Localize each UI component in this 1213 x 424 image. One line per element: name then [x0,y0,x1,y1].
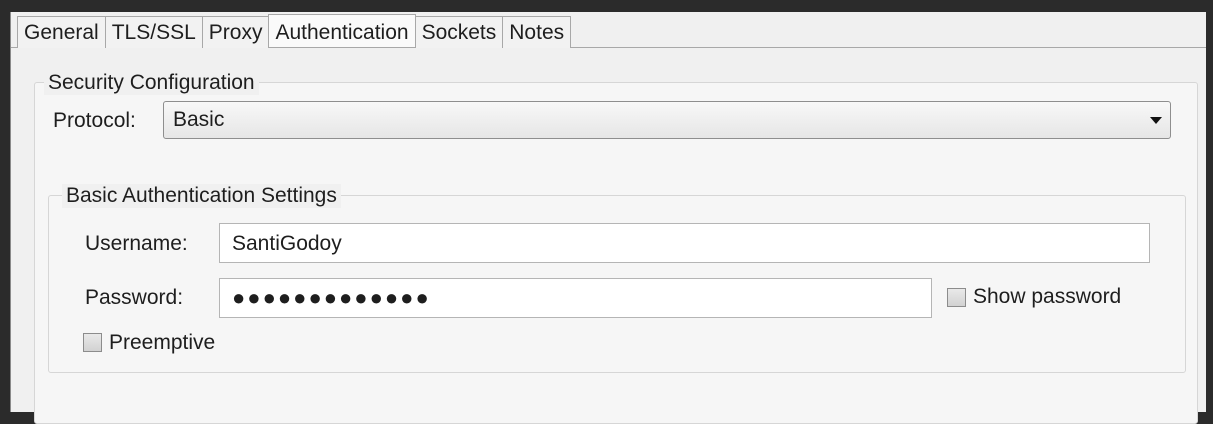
username-label: Username: [85,232,188,255]
show-password-checkbox[interactable] [947,288,966,307]
preemptive-checkbox[interactable] [83,333,102,352]
tab-tls-ssl[interactable]: TLS/SSL [104,16,203,48]
basic-authentication-title: Basic Authentication Settings [62,184,341,208]
protocol-select-value: Basic [173,108,225,131]
tab-notes[interactable]: Notes [502,16,572,48]
connection-settings-panel: General TLS/SSL Proxy Authentication Soc… [10,12,1206,424]
username-field[interactable]: SantiGodoy [219,223,1150,263]
username-value: SantiGodoy [232,232,342,255]
security-configuration-title: Security Configuration [44,71,259,95]
tab-authentication[interactable]: Authentication [268,14,416,47]
chevron-down-icon [1150,117,1162,124]
password-field[interactable]: ●●●●●●●●●●●●● [219,278,932,318]
protocol-label: Protocol: [53,109,136,132]
tab-bar: General TLS/SSL Proxy Authentication Soc… [11,12,1206,48]
password-mask: ●●●●●●●●●●●●● [232,285,431,310]
preemptive-label[interactable]: Preemptive [109,330,215,356]
show-password-label[interactable]: Show password [973,284,1121,310]
protocol-select[interactable]: Basic [163,101,1171,139]
password-label: Password: [85,286,184,309]
tab-proxy[interactable]: Proxy [201,16,270,48]
tab-general[interactable]: General [17,16,106,48]
tab-sockets[interactable]: Sockets [414,16,504,48]
